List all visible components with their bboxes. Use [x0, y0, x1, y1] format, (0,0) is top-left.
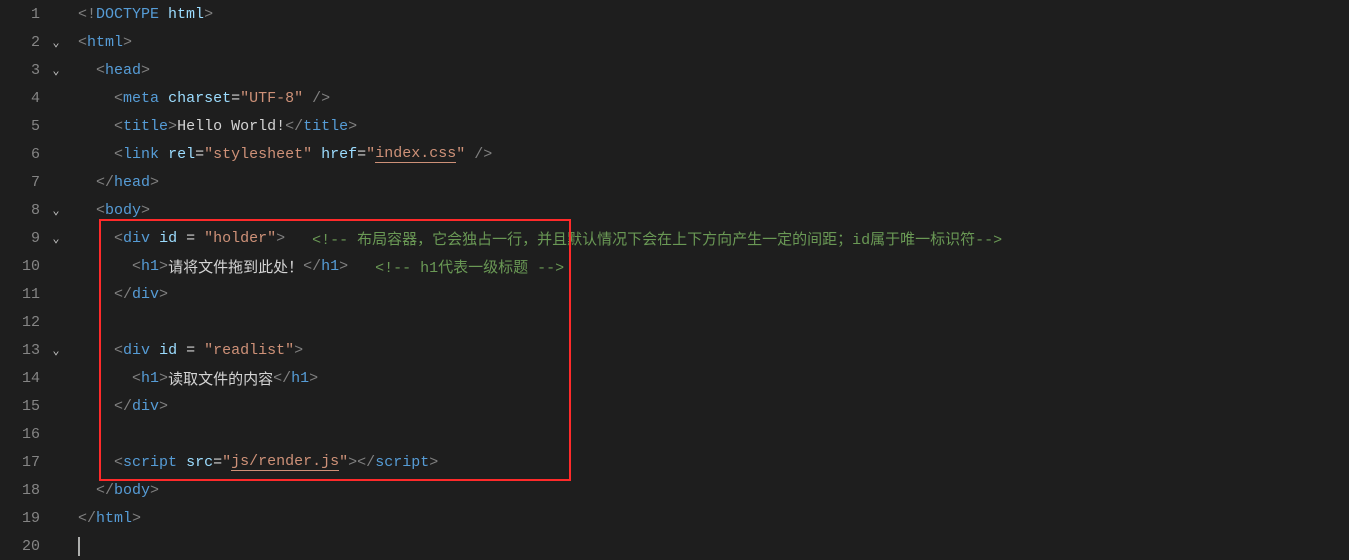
code-line[interactable] — [78, 532, 1349, 560]
line-number: 9 — [10, 230, 40, 247]
gutter-row: 2⌄ — [0, 28, 66, 56]
gutter-row: 5 — [0, 112, 66, 140]
code-line[interactable]: <head> — [78, 56, 1349, 84]
chevron-down-icon[interactable]: ⌄ — [46, 343, 66, 358]
gutter-row: 11 — [0, 280, 66, 308]
gutter-row: 16 — [0, 420, 66, 448]
line-number: 18 — [10, 482, 40, 499]
line-number: 20 — [10, 538, 40, 555]
gutter-row: 3⌄ — [0, 56, 66, 84]
code-line[interactable]: <link rel="stylesheet" href="index.css" … — [78, 140, 1349, 168]
line-number: 14 — [10, 370, 40, 387]
line-number: 19 — [10, 510, 40, 527]
chevron-down-icon[interactable]: ⌄ — [46, 35, 66, 50]
gutter-row: 6 — [0, 140, 66, 168]
code-line[interactable]: </head> — [78, 168, 1349, 196]
code-line[interactable]: <!DOCTYPE html> — [78, 0, 1349, 28]
code-line[interactable]: </div> — [78, 280, 1349, 308]
gutter-row: 15 — [0, 392, 66, 420]
line-number: 7 — [10, 174, 40, 191]
gutter-row: 7 — [0, 168, 66, 196]
gutter-row: 20 — [0, 532, 66, 560]
line-number: 5 — [10, 118, 40, 135]
line-number: 16 — [10, 426, 40, 443]
code-editor[interactable]: 1 2⌄ 3⌄ 4 5 6 7 8⌄ 9⌄ 10 11 12 13⌄ 14 15… — [0, 0, 1349, 560]
line-number: 2 — [10, 34, 40, 51]
line-number: 17 — [10, 454, 40, 471]
code-line[interactable] — [78, 308, 1349, 336]
line-number: 10 — [10, 258, 40, 275]
gutter-row: 19 — [0, 504, 66, 532]
code-line[interactable]: <h1>请将文件拖到此处！</h1> <!-- h1代表一级标题 --> — [78, 252, 1349, 280]
code-line[interactable]: <title>Hello World!</title> — [78, 112, 1349, 140]
gutter-row: 14 — [0, 364, 66, 392]
gutter-row: 10 — [0, 252, 66, 280]
gutter-row: 9⌄ — [0, 224, 66, 252]
text-cursor — [78, 537, 80, 556]
chevron-down-icon[interactable]: ⌄ — [46, 231, 66, 246]
code-line[interactable]: </body> — [78, 476, 1349, 504]
gutter-row: 13 ⌄ — [0, 336, 66, 364]
gutter-row: 1 — [0, 0, 66, 28]
line-number: 3 — [10, 62, 40, 79]
chevron-down-icon[interactable]: ⌄ — [46, 203, 66, 218]
code-line[interactable]: </div> — [78, 392, 1349, 420]
code-line[interactable]: <html> — [78, 28, 1349, 56]
gutter-row: 4 — [0, 84, 66, 112]
line-number: 12 — [10, 314, 40, 331]
line-number: 11 — [10, 286, 40, 303]
code-area[interactable]: <!DOCTYPE html> <html> <head> <meta char… — [66, 0, 1349, 560]
code-line[interactable]: <script src="js/render.js"></script> — [78, 448, 1349, 476]
line-number: 8 — [10, 202, 40, 219]
gutter-row: 12 — [0, 308, 66, 336]
line-number: 13 — [10, 342, 40, 359]
code-line[interactable]: <h1>读取文件的内容</h1> — [78, 364, 1349, 392]
line-number: 4 — [10, 90, 40, 107]
code-line[interactable]: <meta charset="UTF-8" /> — [78, 84, 1349, 112]
gutter-row: 18 — [0, 476, 66, 504]
gutter: 1 2⌄ 3⌄ 4 5 6 7 8⌄ 9⌄ 10 11 12 13⌄ 14 15… — [0, 0, 66, 560]
code-line[interactable]: <div id = "readlist"> — [78, 336, 1349, 364]
gutter-row: 17 — [0, 448, 66, 476]
line-number: 15 — [10, 398, 40, 415]
code-line[interactable]: <body> — [78, 196, 1349, 224]
line-number: 1 — [10, 6, 40, 23]
gutter-row: 8⌄ — [0, 196, 66, 224]
line-number: 6 — [10, 146, 40, 163]
chevron-down-icon[interactable]: ⌄ — [46, 63, 66, 78]
code-line[interactable] — [78, 420, 1349, 448]
code-line[interactable]: </html> — [78, 504, 1349, 532]
code-line[interactable]: <div id = "holder"> <!-- 布局容器，它会独占一行，并且默… — [78, 224, 1349, 252]
